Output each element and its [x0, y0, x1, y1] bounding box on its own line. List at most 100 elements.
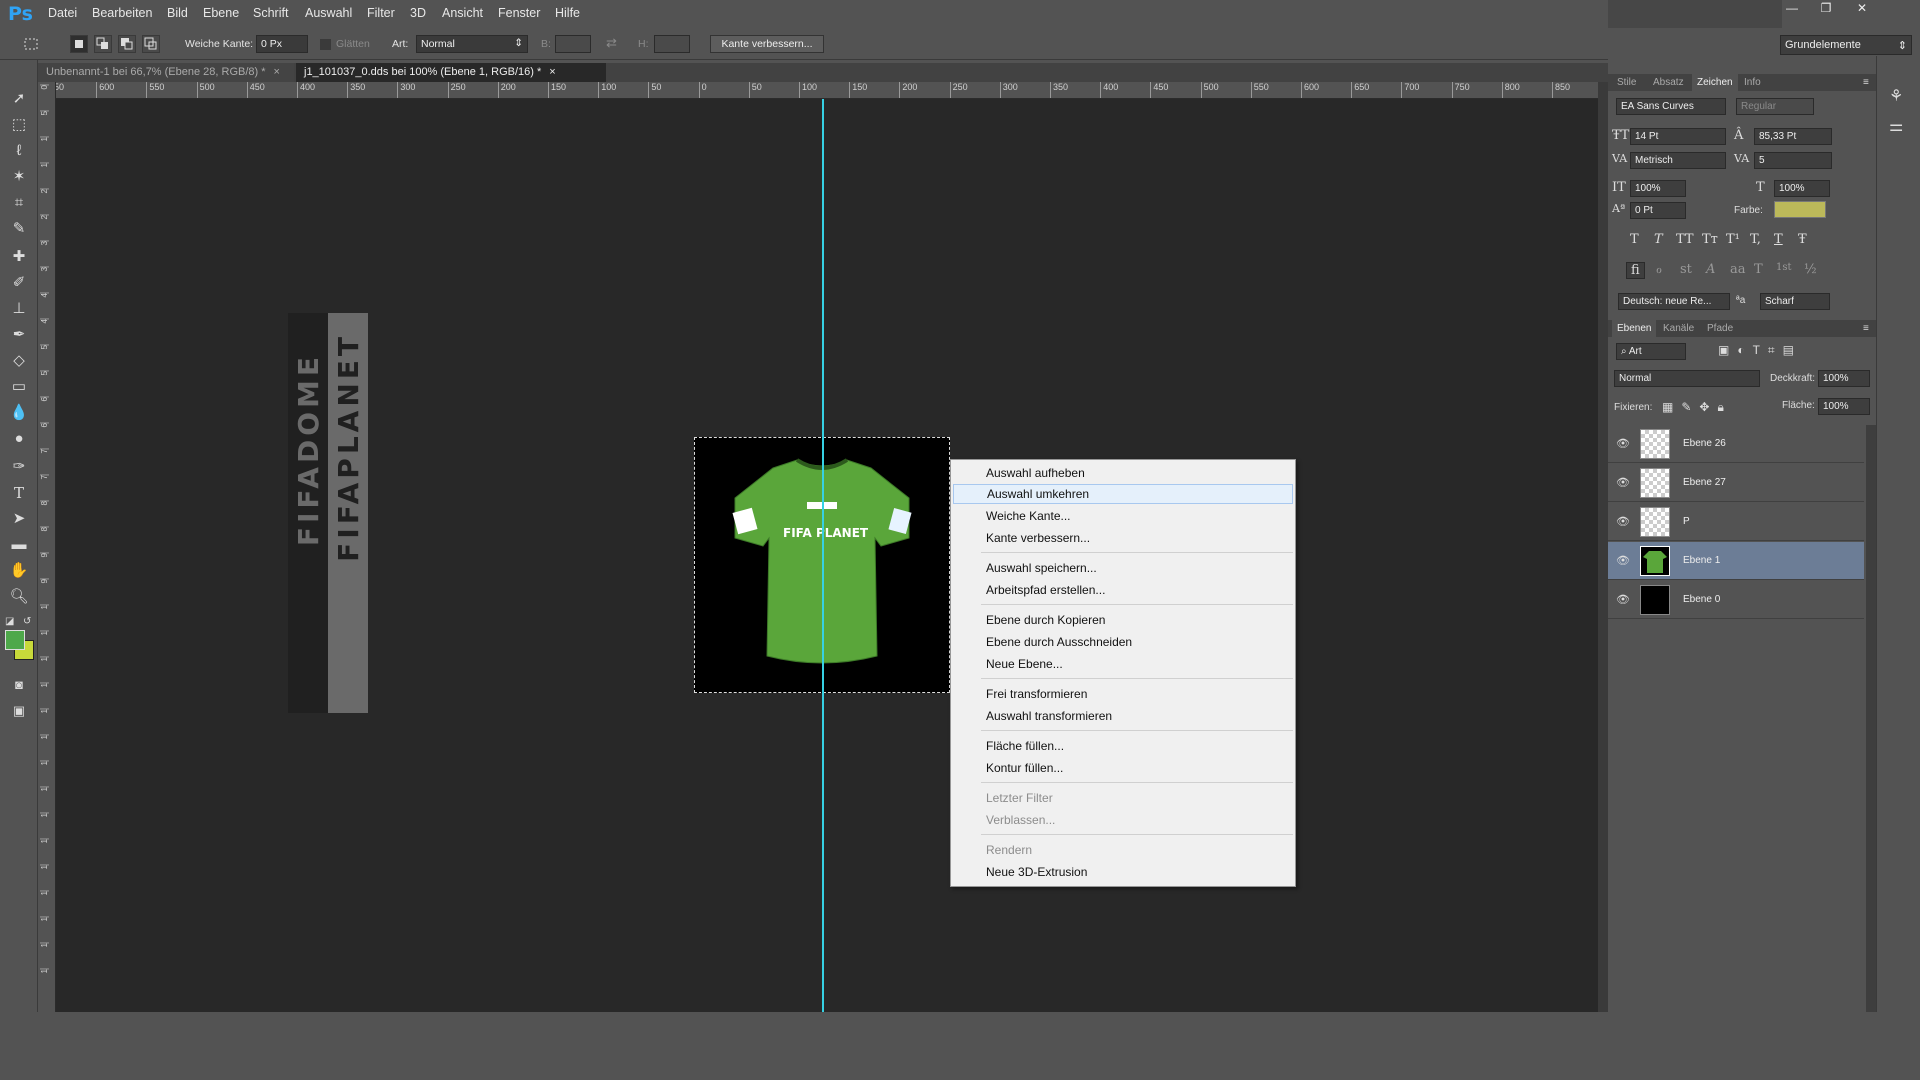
layer-filter-icons[interactable]: ▣◐T⌗▤	[1718, 343, 1868, 359]
tab-pfade[interactable]: Pfade	[1702, 320, 1738, 337]
all-caps-icon[interactable]: TT	[1676, 232, 1694, 247]
type-tool-icon[interactable]: T	[6, 482, 32, 504]
antialias-select[interactable]: Scharf	[1760, 293, 1830, 310]
swap-colors-icon[interactable]: ↺	[23, 616, 31, 627]
add-selection-icon[interactable]	[94, 35, 112, 53]
foreground-color-swatch[interactable]	[5, 630, 25, 650]
tab-ebenen[interactable]: Ebenen	[1612, 320, 1657, 337]
marquee-tool-preset-icon[interactable]	[22, 35, 40, 53]
vertical-scale-input[interactable]: 100%	[1630, 180, 1686, 197]
minimize-button[interactable]: —	[1780, 1, 1804, 19]
tab-j1-dds[interactable]: j1_101037_0.dds bei 100% (Ebene 1, RGB/1…	[296, 63, 606, 82]
width-input[interactable]	[555, 35, 591, 53]
eyedropper-icon[interactable]: ✎	[6, 218, 32, 240]
menu-3d[interactable]: 3D	[410, 6, 426, 20]
tab-unbenannt[interactable]: Unbenannt-1 bei 66,7% (Ebene 28, RGB/8) …	[38, 63, 294, 82]
fill-input[interactable]: 100%	[1818, 398, 1870, 415]
ordinals-icon[interactable]: 1st	[1776, 262, 1792, 273]
workspace-select[interactable]: Grundelemente ⇕	[1780, 35, 1912, 55]
menu-item-deselect[interactable]: Auswahl aufheben	[953, 463, 1293, 483]
layer-filter-select[interactable]: ⌕ Art	[1616, 343, 1686, 360]
shape-tool-icon[interactable]: ▬	[6, 534, 32, 556]
crop-tool-icon[interactable]: ⌗	[6, 192, 32, 214]
layer-row[interactable]: 👁︎ P	[1608, 503, 1864, 541]
menu-item-save-selection[interactable]: Auswahl speichern...	[953, 558, 1293, 578]
marquee-tool-icon[interactable]: ⬚	[6, 114, 32, 136]
subtract-selection-icon[interactable]	[118, 35, 136, 53]
path-select-icon[interactable]: ➤	[6, 508, 32, 530]
old-style-icon[interactable]: ℴ	[1656, 262, 1662, 277]
close-tab-icon[interactable]: ×	[274, 66, 280, 78]
panel-menu-icon[interactable]: ≡	[1858, 320, 1874, 337]
leading-select[interactable]: 85,33 Pt	[1754, 128, 1832, 145]
faux-bold-icon[interactable]: T	[1630, 232, 1639, 247]
superscript-icon[interactable]: T¹	[1726, 232, 1740, 247]
menu-item-make-work-path[interactable]: Arbeitspfad erstellen...	[953, 580, 1293, 600]
tab-stile[interactable]: Stile	[1612, 74, 1641, 91]
small-caps-icon[interactable]: Tт	[1702, 232, 1718, 247]
stylistic-alternates-icon[interactable]: st	[1680, 262, 1692, 277]
visibility-eye-icon[interactable]: 👁︎	[1616, 554, 1630, 567]
brush-presets-icon[interactable]: ⚘	[1889, 86, 1903, 106]
menu-item-stroke[interactable]: Kontur füllen...	[953, 758, 1293, 778]
screen-mode-icon[interactable]: ▣	[6, 700, 32, 722]
healing-brush-icon[interactable]: ✚	[6, 246, 32, 268]
menu-item-layer-via-copy[interactable]: Ebene durch Kopieren	[953, 610, 1293, 630]
horizontal-scale-input[interactable]: 100%	[1774, 180, 1830, 197]
menu-item-new-3d-extrusion[interactable]: Neue 3D-Extrusion	[953, 862, 1293, 882]
layer-row[interactable]: 👁︎ Ebene 26	[1608, 425, 1864, 463]
tab-absatz[interactable]: Absatz	[1648, 74, 1689, 91]
menu-bild[interactable]: Bild	[167, 6, 188, 20]
magic-wand-icon[interactable]: ✶	[6, 166, 32, 188]
menu-bearbeiten[interactable]: Bearbeiten	[92, 6, 152, 20]
brush-tool-icon[interactable]: ✐	[6, 272, 32, 294]
font-size-select[interactable]: 14 Pt	[1630, 128, 1726, 145]
baseline-shift-input[interactable]: 0 Pt	[1630, 202, 1686, 219]
lock-icons[interactable]: ▦✎✥🔒︎	[1662, 400, 1732, 415]
menu-item-new-layer[interactable]: Neue Ebene...	[953, 654, 1293, 674]
language-select[interactable]: Deutsch: neue Re...	[1618, 293, 1730, 310]
gradient-tool-icon[interactable]: ▭	[6, 376, 32, 398]
subscript-icon[interactable]: T,	[1750, 232, 1761, 247]
hand-tool-icon[interactable]: ✋	[6, 560, 32, 582]
feather-input[interactable]: 0 Px	[256, 35, 308, 53]
history-brush-icon[interactable]: ✒	[6, 324, 32, 346]
panel-menu-icon[interactable]: ≡	[1858, 74, 1874, 91]
height-input[interactable]	[654, 35, 690, 53]
dodge-tool-icon[interactable]: ●	[6, 428, 32, 450]
menu-fenster[interactable]: Fenster	[498, 6, 540, 20]
restore-button[interactable]: ❐	[1814, 1, 1838, 19]
menu-filter[interactable]: Filter	[367, 6, 395, 20]
layers-scrollbar[interactable]	[1866, 425, 1876, 1012]
quick-mask-icon[interactable]: ◙	[6, 674, 32, 696]
menu-auswahl[interactable]: Auswahl	[305, 6, 352, 20]
new-selection-icon[interactable]	[70, 35, 88, 53]
pen-tool-icon[interactable]: ✑	[6, 456, 32, 478]
antialias-checkbox[interactable]	[320, 39, 331, 50]
refine-edge-button[interactable]: Kante verbessern...	[710, 35, 824, 53]
menu-item-free-transform[interactable]: Frei transformieren	[953, 684, 1293, 704]
faux-italic-icon[interactable]: T	[1654, 232, 1663, 247]
text-color-swatch[interactable]	[1774, 201, 1826, 218]
visibility-eye-icon[interactable]: 👁︎	[1616, 437, 1630, 450]
guide-line[interactable]	[822, 99, 824, 1012]
canvas-scrollbar[interactable]	[1598, 82, 1608, 1012]
visibility-eye-icon[interactable]: 👁︎	[1616, 476, 1630, 489]
blend-mode-select[interactable]: Normal	[1614, 370, 1760, 387]
swash-icon[interactable]: A	[1706, 262, 1715, 277]
strikethrough-icon[interactable]: Ŧ	[1798, 232, 1807, 247]
menu-ansicht[interactable]: Ansicht	[442, 6, 483, 20]
fractions-icon[interactable]: ½	[1804, 262, 1817, 277]
intersect-selection-icon[interactable]	[142, 35, 160, 53]
menu-ebene[interactable]: Ebene	[203, 6, 239, 20]
tab-info[interactable]: Info	[1739, 74, 1766, 91]
menu-item-layer-via-cut[interactable]: Ebene durch Ausschneiden	[953, 632, 1293, 652]
ornaments-icon[interactable]: T	[1754, 262, 1763, 277]
underline-icon[interactable]: T	[1774, 232, 1783, 247]
tracking-select[interactable]: 5	[1754, 152, 1832, 169]
close-button[interactable]: ✕	[1850, 1, 1874, 19]
font-family-select[interactable]: EA Sans Curves	[1616, 98, 1726, 115]
close-tab-icon[interactable]: ×	[549, 66, 555, 78]
menu-schrift[interactable]: Schrift	[253, 6, 288, 20]
blur-tool-icon[interactable]: 💧	[6, 402, 32, 424]
